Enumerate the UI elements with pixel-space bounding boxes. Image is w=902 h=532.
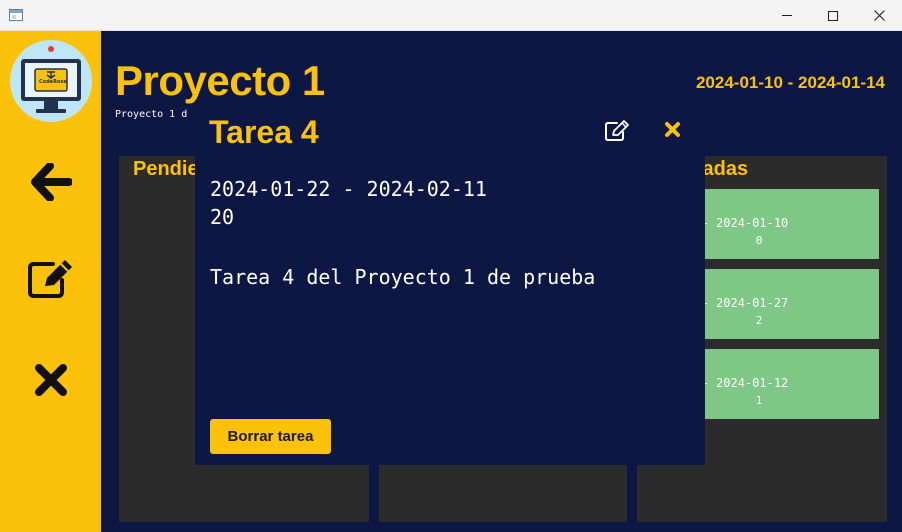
minimize-icon (782, 15, 792, 16)
modal-title: Tarea 4 (209, 114, 319, 150)
close-modal-button[interactable] (660, 117, 684, 141)
maximize-button[interactable] (810, 0, 856, 31)
app-logo: CodeRose (9, 39, 93, 123)
close-x-icon (35, 364, 67, 396)
delete-project-button[interactable] (22, 351, 80, 409)
arrow-left-icon (31, 163, 72, 201)
close-icon (873, 10, 885, 21)
task-hours: 20 (210, 205, 235, 229)
back-button[interactable] (22, 153, 80, 211)
project-description: Proyecto 1 d (115, 109, 188, 120)
window-titlebar (0, 0, 902, 31)
column-title-pending: Pendie (133, 158, 199, 180)
task-description: Tarea 4 del Proyecto 1 de prueba (210, 265, 596, 289)
task-dates: 2024-01-22 - 2024-02-11 (210, 177, 487, 201)
close-x-icon (664, 121, 680, 137)
project-dates: 2024-01-10 - 2024-01-14 (695, 73, 885, 92)
window-close-button[interactable] (856, 0, 902, 31)
edit-icon (605, 120, 629, 141)
project-title: Proyecto 1 (115, 57, 325, 104)
edit-task-button[interactable] (603, 118, 631, 144)
minimize-button[interactable] (764, 0, 810, 31)
app-icon (9, 9, 23, 21)
logo-text: CodeRose (39, 79, 67, 85)
edit-project-button[interactable] (22, 249, 80, 307)
sidebar: CodeRose (0, 31, 101, 532)
edit-icon (28, 260, 72, 298)
maximize-icon (828, 10, 838, 21)
task-detail-modal: Tarea 4 2024-01-22 - 2024-02-11 20 Tarea… (195, 100, 705, 465)
delete-task-button[interactable]: Borrar tarea (210, 419, 331, 454)
